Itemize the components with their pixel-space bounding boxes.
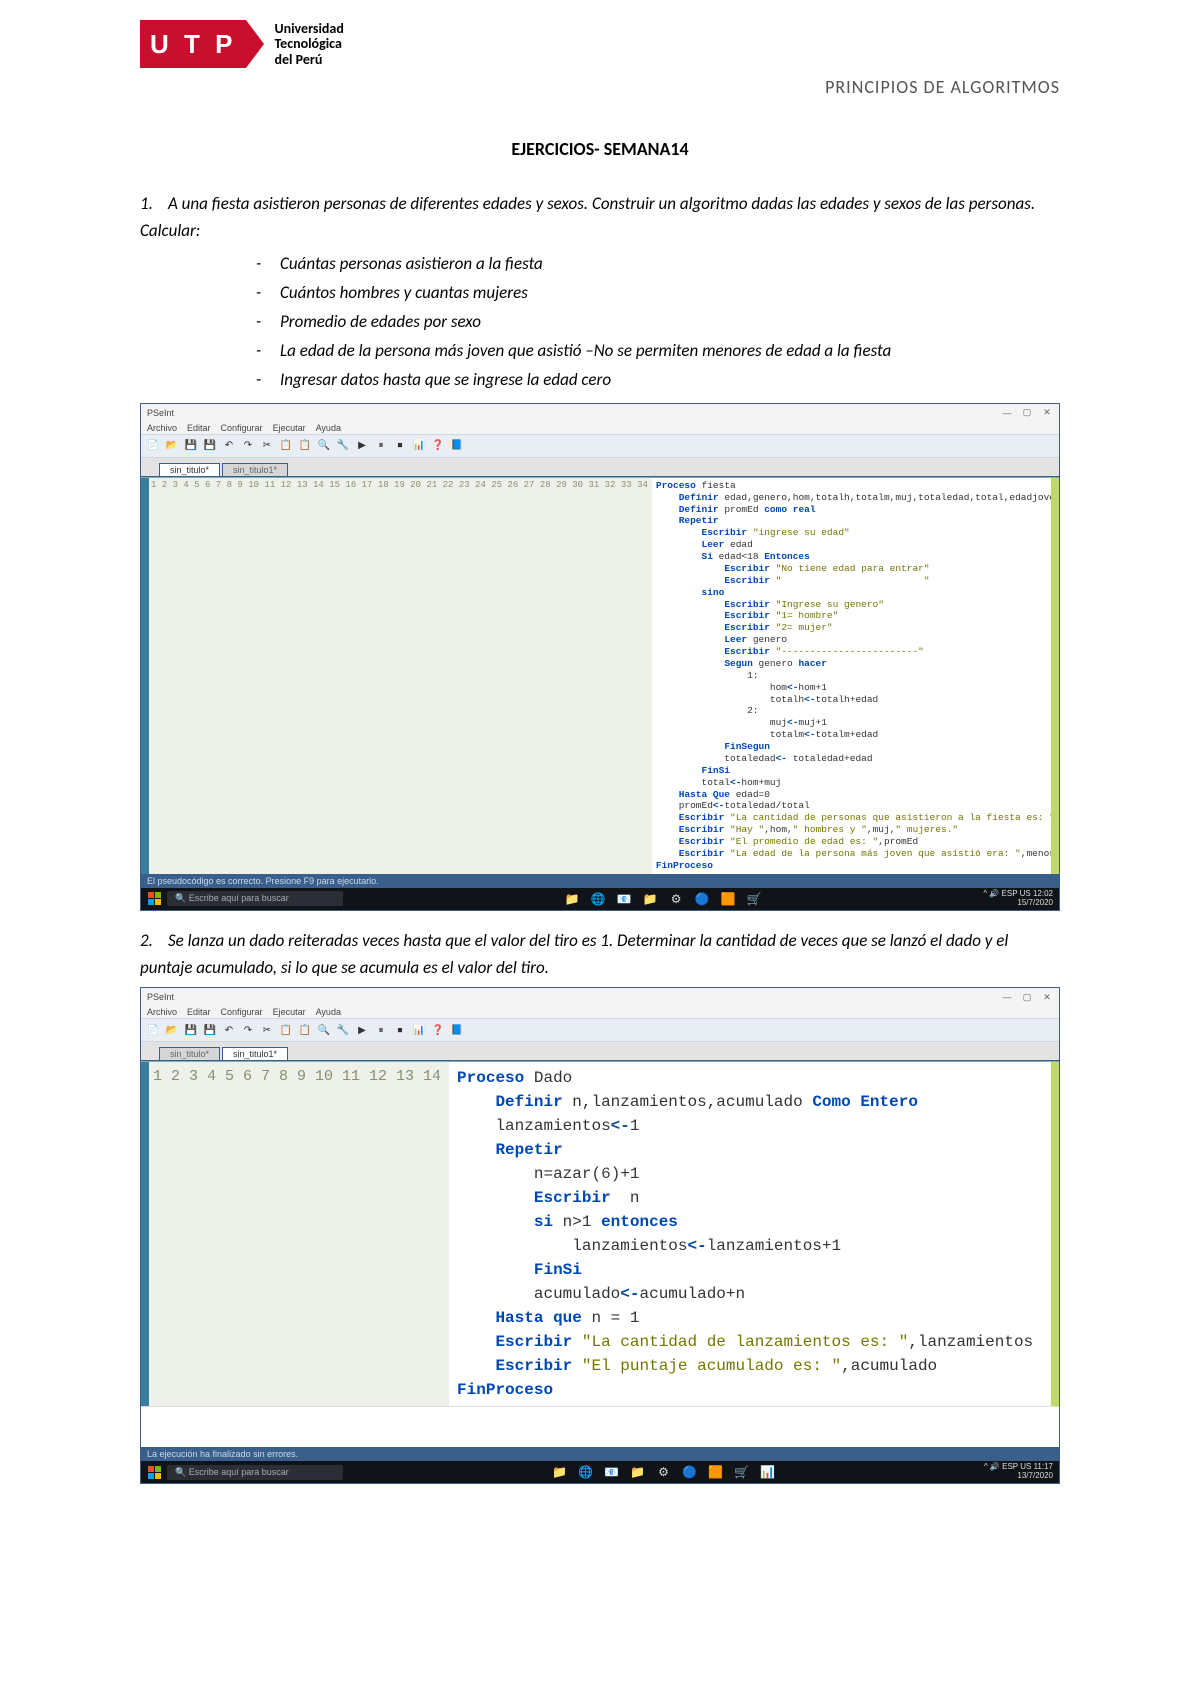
tab-file-1[interactable]: sin_titulo* <box>159 463 220 476</box>
toolbar-icon-7[interactable]: 📋 <box>278 1022 294 1038</box>
editor-tabs[interactable]: sin_titulo* sin_titulo1* <box>141 458 1059 477</box>
tray-icon-4[interactable]: ⚙ <box>655 1464 671 1480</box>
start-icon[interactable] <box>147 1465 161 1479</box>
problem-1-bullets: Cuántas personas asistieron a la fiesta … <box>140 250 1060 394</box>
close-icon[interactable]: ✕ <box>1041 407 1053 418</box>
tray-icon-2[interactable]: 📧 <box>616 891 632 907</box>
code-editor[interactable]: 1 2 3 4 5 6 7 8 9 10 11 12 13 14 15 16 1… <box>141 477 1059 874</box>
taskbar[interactable]: 🔍 Escribe aquí para buscar 📁 🌐 📧 📁 ⚙ 🔵 🟧 🛒 📊 ^ 🔊… <box>141 1461 1059 1483</box>
status-bar: El pseudocódigo es correcto. Presione F9… <box>141 874 1059 888</box>
toolbar-icon-13[interactable]: ⏹ <box>392 438 408 454</box>
tray-icon-2[interactable]: 📧 <box>603 1464 619 1480</box>
toolbar-icon-2[interactable]: 💾 <box>183 1022 199 1038</box>
taskbar-search[interactable]: 🔍 Escribe aquí para buscar <box>167 891 343 906</box>
problem-1: 1.A una fiesta asistieron personas de di… <box>140 190 1060 244</box>
tray-icon-8[interactable]: 📊 <box>759 1464 775 1480</box>
app-title: PSeInt <box>147 992 174 1002</box>
tray-icon-0[interactable]: 📁 <box>551 1464 567 1480</box>
tray-icon-3[interactable]: 📁 <box>642 891 658 907</box>
taskbar-clock: ^ 🔊 ESP US 12:02 15/7/2020 <box>983 890 1053 908</box>
tray-icon-5[interactable]: 🔵 <box>694 891 710 907</box>
tray-icon-0[interactable]: 📁 <box>564 891 580 907</box>
tray-icon-7[interactable]: 🛒 <box>746 891 762 907</box>
toolbar[interactable]: 📄📂💾💾↶↷✂📋📋🔍🔧▶⏸⏹📊❓📘 <box>141 1018 1059 1042</box>
toolbar-icon-6[interactable]: ✂ <box>259 1022 275 1038</box>
start-icon[interactable] <box>147 892 161 906</box>
tab-file-2[interactable]: sin_titulo1* <box>222 1047 288 1060</box>
toolbar-icon-11[interactable]: ▶ <box>354 1022 370 1038</box>
toolbar-icon-1[interactable]: 📂 <box>164 438 180 454</box>
toolbar-icon-1[interactable]: 📂 <box>164 1022 180 1038</box>
toolbar[interactable]: 📄📂💾💾↶↷✂📋📋🔍🔧▶⏸⏹📊❓📘 <box>141 434 1059 458</box>
tray-icon-7[interactable]: 🛒 <box>733 1464 749 1480</box>
tray-icon-5[interactable]: 🔵 <box>681 1464 697 1480</box>
tray-icon-3[interactable]: 📁 <box>629 1464 645 1480</box>
toolbar-icon-9[interactable]: 🔍 <box>316 1022 332 1038</box>
toolbar-icon-16[interactable]: 📘 <box>449 1022 465 1038</box>
toolbar-icon-0[interactable]: 📄 <box>145 1022 161 1038</box>
tab-file-1[interactable]: sin_titulo* <box>159 1047 220 1060</box>
toolbar-icon-10[interactable]: 🔧 <box>335 438 351 454</box>
toolbar-icon-16[interactable]: 📘 <box>449 438 465 454</box>
tray-icon-1[interactable]: 🌐 <box>590 891 606 907</box>
tray-icon-1[interactable]: 🌐 <box>577 1464 593 1480</box>
tray-icon-6[interactable]: 🟧 <box>707 1464 723 1480</box>
taskbar-search[interactable]: 🔍 Escribe aquí para buscar <box>167 1465 343 1480</box>
toolbar-icon-8[interactable]: 📋 <box>297 1022 313 1038</box>
taskbar[interactable]: 🔍 Escribe aquí para buscar 📁 🌐 📧 📁 ⚙ 🔵 🟧 🛒 ^ 🔊 … <box>141 888 1059 910</box>
page-header: U T P Universidad Tecnológica del Perú <box>140 20 1060 68</box>
course-title: PRINCIPIOS DE ALGORITMOS <box>140 76 1060 98</box>
toolbar-icon-3[interactable]: 💾 <box>202 438 218 454</box>
toolbar-icon-11[interactable]: ▶ <box>354 438 370 454</box>
toolbar-icon-7[interactable]: 📋 <box>278 438 294 454</box>
toolbar-icon-5[interactable]: ↷ <box>240 1022 256 1038</box>
toolbar-icon-6[interactable]: ✂ <box>259 438 275 454</box>
logo-letters: U T P <box>150 29 236 60</box>
toolbar-icon-4[interactable]: ↶ <box>221 438 237 454</box>
editor-tabs[interactable]: sin_titulo* sin_titulo1* <box>141 1042 1059 1061</box>
toolbar-icon-9[interactable]: 🔍 <box>316 438 332 454</box>
problem-2: 2.Se lanza un dado reiteradas veces hast… <box>140 927 1060 981</box>
tray-icon-6[interactable]: 🟧 <box>720 891 736 907</box>
pseint-window-1: PSeInt — ▢ ✕ ArchivoEditarConfigurarEjec… <box>140 403 1060 911</box>
toolbar-icon-14[interactable]: 📊 <box>411 438 427 454</box>
toolbar-icon-10[interactable]: 🔧 <box>335 1022 351 1038</box>
utp-logo: U T P Universidad Tecnológica del Perú <box>140 20 344 68</box>
titlebar: PSeInt — ▢ ✕ <box>141 988 1059 1006</box>
menubar[interactable]: ArchivoEditarConfigurarEjecutarAyuda <box>141 422 1059 434</box>
app-title: PSeInt <box>147 408 174 418</box>
toolbar-icon-15[interactable]: ❓ <box>430 438 446 454</box>
document-title: EJERCICIOS- SEMANA14 <box>140 138 1060 160</box>
toolbar-icon-0[interactable]: 📄 <box>145 438 161 454</box>
minimize-icon[interactable]: — <box>1001 992 1013 1002</box>
status-bar: La ejecución ha finalizado sin errores. <box>141 1447 1059 1461</box>
maximize-icon[interactable]: ▢ <box>1021 992 1033 1003</box>
toolbar-icon-4[interactable]: ↶ <box>221 1022 237 1038</box>
titlebar: PSeInt — ▢ ✕ <box>141 404 1059 422</box>
toolbar-icon-3[interactable]: 💾 <box>202 1022 218 1038</box>
maximize-icon[interactable]: ▢ <box>1021 407 1033 418</box>
close-icon[interactable]: ✕ <box>1041 992 1053 1003</box>
toolbar-icon-13[interactable]: ⏹ <box>392 1022 408 1038</box>
toolbar-icon-5[interactable]: ↷ <box>240 438 256 454</box>
menubar[interactable]: ArchivoEditarConfigurarEjecutarAyuda <box>141 1006 1059 1018</box>
tab-file-2[interactable]: sin_titulo1* <box>222 463 288 476</box>
taskbar-clock: ^ 🔊 ESP US 11:17 13/7/2020 <box>984 1463 1053 1481</box>
toolbar-icon-12[interactable]: ⏸ <box>373 1022 389 1038</box>
code-editor[interactable]: 1 2 3 4 5 6 7 8 9 10 11 12 13 14 Proceso… <box>141 1061 1059 1406</box>
tray-icon-4[interactable]: ⚙ <box>668 891 684 907</box>
logo-text: Universidad Tecnológica del Perú <box>274 21 343 67</box>
minimize-icon[interactable]: — <box>1001 408 1013 418</box>
toolbar-icon-15[interactable]: ❓ <box>430 1022 446 1038</box>
toolbar-icon-2[interactable]: 💾 <box>183 438 199 454</box>
toolbar-icon-14[interactable]: 📊 <box>411 1022 427 1038</box>
toolbar-icon-12[interactable]: ⏸ <box>373 438 389 454</box>
pseint-window-2: PSeInt — ▢ ✕ ArchivoEditarConfigurarEjec… <box>140 987 1060 1484</box>
toolbar-icon-8[interactable]: 📋 <box>297 438 313 454</box>
